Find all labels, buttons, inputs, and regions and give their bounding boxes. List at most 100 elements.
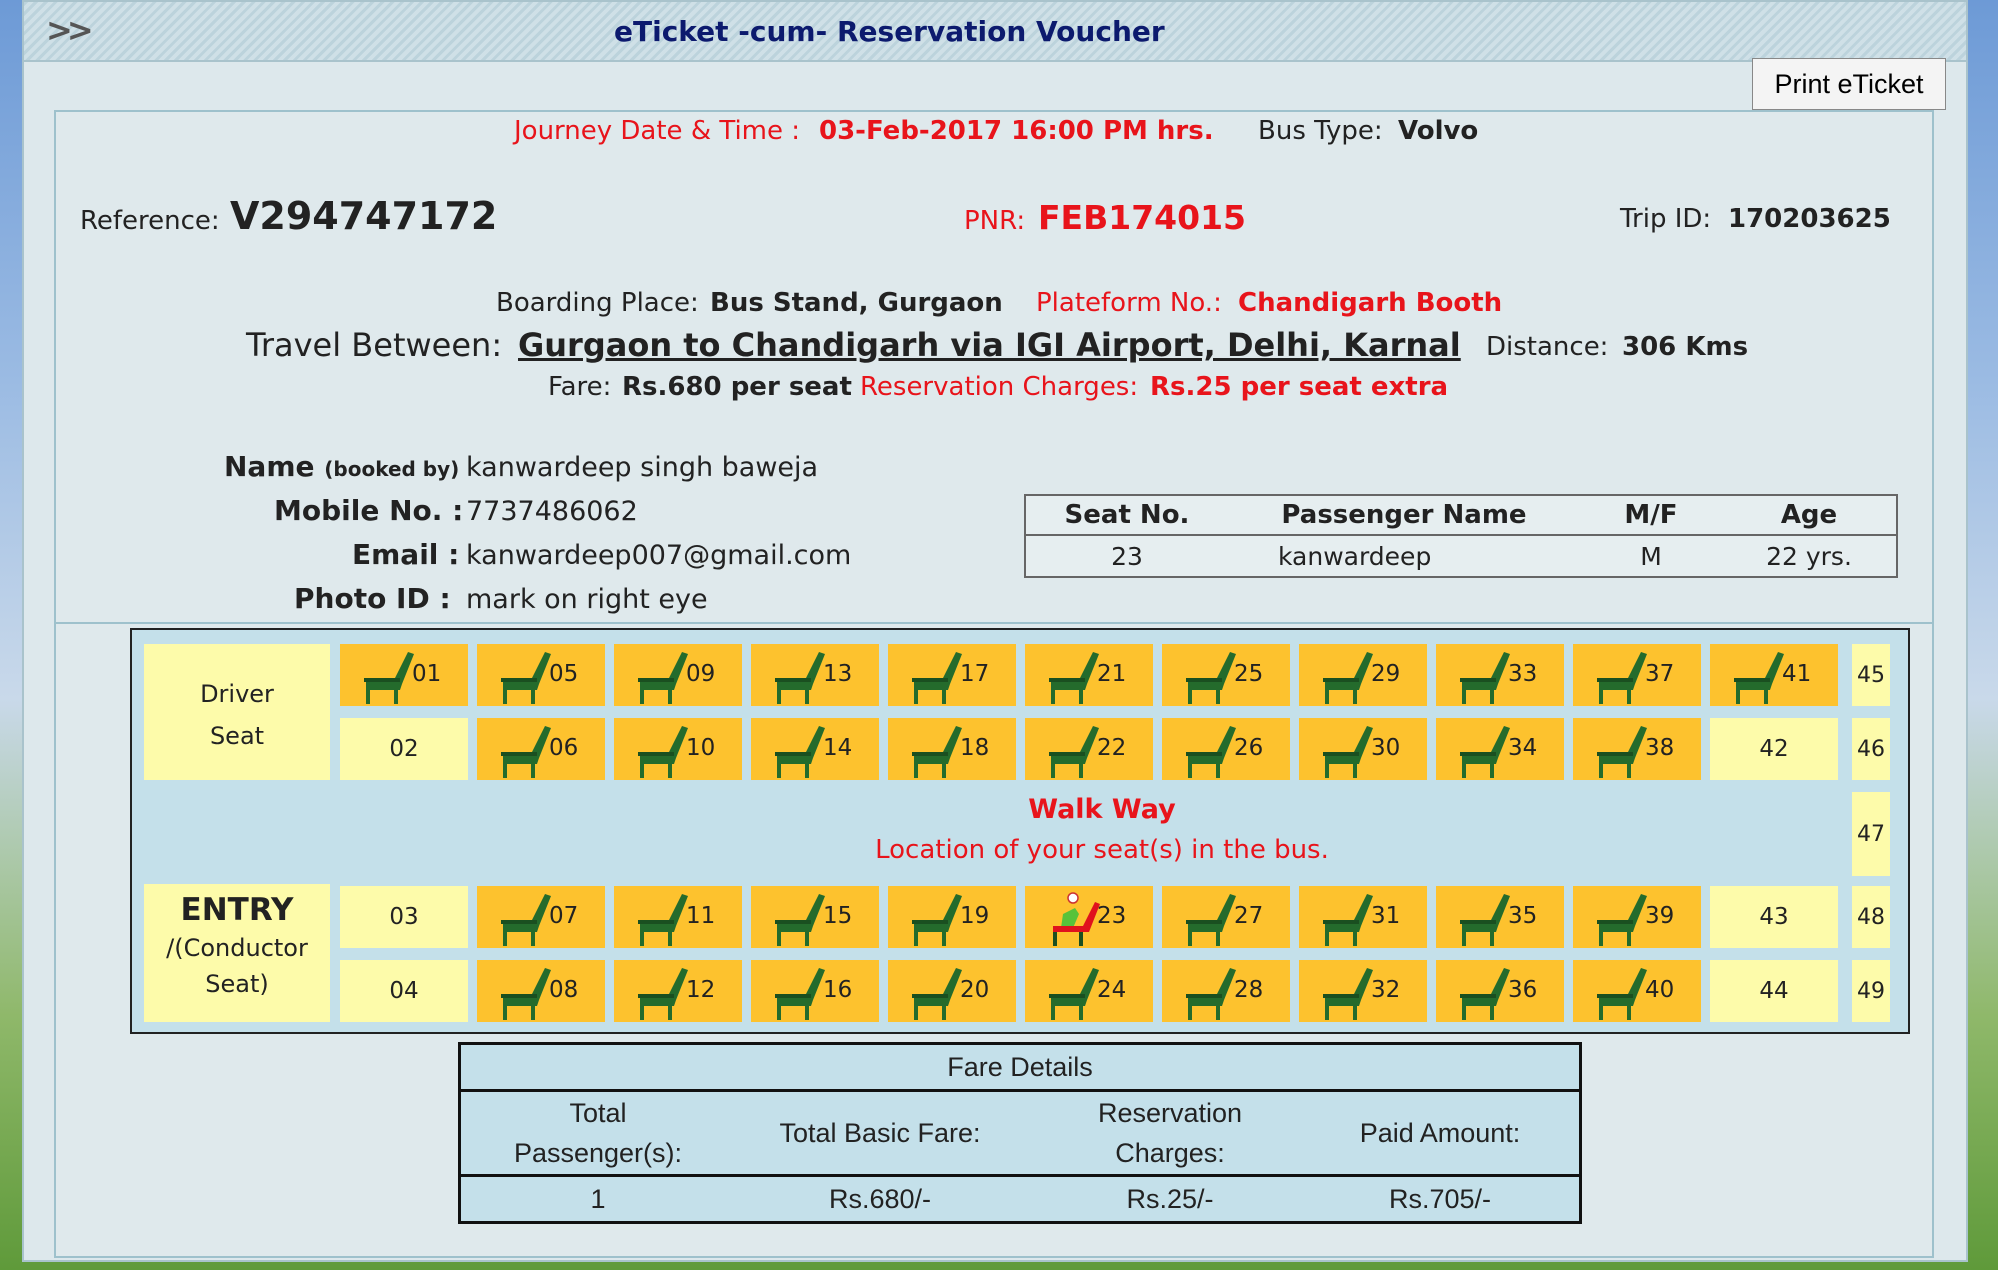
- double-chevron-icon[interactable]: >>: [46, 11, 94, 49]
- age-cell: 22 yrs.: [1766, 541, 1852, 571]
- boarding-value: Bus Stand, Gurgaon: [710, 288, 1003, 318]
- seat-number: 41: [1782, 661, 1812, 687]
- seat-21[interactable]: 21: [1025, 644, 1153, 706]
- fare-paid-value: Rs.705/-: [1388, 1184, 1492, 1214]
- journey-date-value: 03-Feb-2017 16:00 PM hrs.: [819, 116, 1214, 146]
- seat-19[interactable]: 19: [888, 886, 1016, 948]
- seat-number: 26: [1234, 735, 1264, 761]
- boarding-label: Boarding Place:: [496, 288, 699, 318]
- seat-25[interactable]: 25: [1162, 644, 1290, 706]
- seat-06[interactable]: 06: [477, 718, 605, 780]
- seat-34[interactable]: 34: [1436, 718, 1564, 780]
- seat-15[interactable]: 15: [751, 886, 879, 948]
- seat-26[interactable]: 26: [1162, 718, 1290, 780]
- seat-no-cell: 23: [1111, 541, 1143, 571]
- seat-38[interactable]: 38: [1573, 718, 1701, 780]
- gender-cell: M: [1640, 541, 1662, 571]
- seat-01[interactable]: 01: [340, 644, 468, 706]
- seat-number: 23: [1097, 903, 1127, 929]
- seat-23-booked-mine[interactable]: 23: [1025, 886, 1153, 948]
- seat-40[interactable]: 40: [1573, 960, 1701, 1022]
- seat-41[interactable]: 41: [1710, 644, 1838, 706]
- seat-number: 22: [1097, 735, 1127, 761]
- seat-35[interactable]: 35: [1436, 886, 1564, 948]
- fare-details-title: Fare Details: [461, 1045, 1579, 1092]
- seat-07[interactable]: 07: [477, 886, 605, 948]
- seat-42[interactable]: 42: [1710, 718, 1838, 780]
- seat-16[interactable]: 16: [751, 960, 879, 1022]
- seat-number: 01: [412, 661, 442, 687]
- seat-passenger-table: Seat No. Passenger Name M/F Age 23 kanwa…: [1024, 494, 1898, 578]
- reservation-value: Rs.25 per seat extra: [1150, 372, 1449, 402]
- seat-30[interactable]: 30: [1299, 718, 1427, 780]
- fare-header-row: Total Passenger(s): Total Basic Fare: Res…: [461, 1092, 1579, 1177]
- email-value: kanwardeep007@gmail.com: [466, 540, 852, 571]
- travel-route-link[interactable]: Gurgaon to Chandigarh via IGI Airport, D…: [518, 326, 1461, 364]
- seat-13[interactable]: 13: [751, 644, 879, 706]
- fare-header-basic: Total Basic Fare:: [779, 1118, 981, 1148]
- print-eticket-button[interactable]: Print eTicket: [1752, 58, 1946, 110]
- photo-id-value: mark on right eye: [466, 584, 708, 615]
- seat-43[interactable]: 43: [1710, 886, 1838, 948]
- voucher-window: >> eTicket -cum- Reservation Voucher Pri…: [22, 0, 1968, 1262]
- seat-14[interactable]: 14: [751, 718, 879, 780]
- seat-08[interactable]: 08: [477, 960, 605, 1022]
- platform-value: Chandigarh Booth: [1238, 288, 1503, 318]
- seat-number: 13: [823, 661, 853, 687]
- fare-basic-value: Rs.680/-: [828, 1184, 932, 1214]
- seat-number: 07: [549, 903, 579, 929]
- fare-value-row: 1 Rs.680/- Rs.25/- Rs.705/-: [461, 1177, 1579, 1221]
- seat-number: 42: [1759, 736, 1789, 762]
- walkway: Walk Way Location of your seat(s) in the…: [332, 794, 1872, 865]
- seat-22[interactable]: 22: [1025, 718, 1153, 780]
- seat-24[interactable]: 24: [1025, 960, 1153, 1022]
- seat-49[interactable]: 49: [1852, 960, 1890, 1022]
- seat-45[interactable]: 45: [1852, 644, 1890, 706]
- header-seat-no: Seat No.: [1025, 495, 1228, 536]
- seat-27[interactable]: 27: [1162, 886, 1290, 948]
- seat-36[interactable]: 36: [1436, 960, 1564, 1022]
- seat-05[interactable]: 05: [477, 644, 605, 706]
- platform-label: Plateform No.:: [1036, 288, 1222, 318]
- seat-17[interactable]: 17: [888, 644, 1016, 706]
- name-label: Name (booked by): [224, 450, 460, 483]
- seat-number: 30: [1371, 735, 1401, 761]
- seat-02[interactable]: 02: [340, 718, 468, 780]
- seat-number: 19: [960, 903, 990, 929]
- seat-47[interactable]: 47: [1852, 792, 1890, 876]
- seat-18[interactable]: 18: [888, 718, 1016, 780]
- seat-10[interactable]: 10: [614, 718, 742, 780]
- seat-number: 12: [686, 977, 716, 1003]
- fare-header-paid: Paid Amount:: [1359, 1118, 1521, 1148]
- seat-number: 35: [1508, 903, 1538, 929]
- seat-number: 25: [1234, 661, 1264, 687]
- seat-11[interactable]: 11: [614, 886, 742, 948]
- seat-number: 04: [389, 978, 419, 1004]
- seat-04[interactable]: 04: [340, 960, 468, 1022]
- seat-31[interactable]: 31: [1299, 886, 1427, 948]
- mobile-value: 7737486062: [466, 496, 638, 527]
- seat-09[interactable]: 09: [614, 644, 742, 706]
- seat-12[interactable]: 12: [614, 960, 742, 1022]
- seat-number: 43: [1759, 904, 1789, 930]
- seat-46[interactable]: 46: [1852, 718, 1890, 780]
- seat-33[interactable]: 33: [1436, 644, 1564, 706]
- window-title: eTicket -cum- Reservation Voucher: [614, 15, 1165, 48]
- seat-32[interactable]: 32: [1299, 960, 1427, 1022]
- header-age: Age: [1722, 495, 1897, 536]
- seat-44[interactable]: 44: [1710, 960, 1838, 1022]
- seat-20[interactable]: 20: [888, 960, 1016, 1022]
- seat-number: 20: [960, 977, 990, 1003]
- seat-39[interactable]: 39: [1573, 886, 1701, 948]
- entry-line2: /(Conductor: [166, 934, 308, 962]
- entry-conductor-seat: ENTRY /(Conductor Seat): [144, 884, 330, 1022]
- seat-28[interactable]: 28: [1162, 960, 1290, 1022]
- fare-details-table: Fare Details Total Passenger(s): Total Ba…: [458, 1042, 1582, 1224]
- seat-37[interactable]: 37: [1573, 644, 1701, 706]
- seat-29[interactable]: 29: [1299, 644, 1427, 706]
- seat-number: 39: [1645, 903, 1675, 929]
- seat-number: 28: [1234, 977, 1264, 1003]
- seat-number: 36: [1508, 977, 1538, 1003]
- seat-03[interactable]: 03: [340, 886, 468, 948]
- seat-48[interactable]: 48: [1852, 886, 1890, 948]
